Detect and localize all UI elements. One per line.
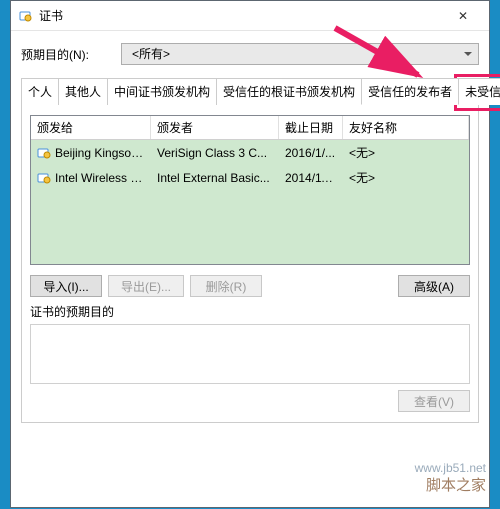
column-header[interactable]: 颁发者 bbox=[151, 116, 279, 139]
certificate-icon bbox=[17, 8, 33, 24]
purpose-value: <所有> bbox=[132, 47, 170, 61]
column-header[interactable]: 截止日期 bbox=[279, 116, 343, 139]
purpose-row: 预期目的(N): <所有> bbox=[21, 43, 479, 65]
close-button[interactable]: ✕ bbox=[443, 2, 483, 30]
table-cell: 2016/1/... bbox=[279, 144, 343, 162]
intended-purposes-box bbox=[30, 324, 470, 384]
dialog-content: 预期目的(N): <所有> 个人其他人中间证书颁发机构受信任的根证书颁发机构受信… bbox=[11, 31, 489, 433]
tab[interactable]: 中间证书颁发机构 bbox=[107, 78, 217, 105]
purpose-label: 预期目的(N): bbox=[21, 46, 121, 63]
table-cell: Intel Wireless Di... bbox=[31, 169, 151, 187]
table-row[interactable]: Intel Wireless Di...Intel External Basic… bbox=[31, 165, 469, 190]
import-button[interactable]: 导入(I)... bbox=[30, 275, 102, 297]
table-cell: 2014/11... bbox=[279, 169, 343, 187]
column-header[interactable]: 友好名称 bbox=[343, 116, 469, 139]
table-cell: Intel External Basic... bbox=[151, 169, 279, 187]
list-container: 颁发给颁发者截止日期友好名称 Beijing Kingsoft ...VeriS… bbox=[21, 105, 479, 423]
tab-strip: 个人其他人中间证书颁发机构受信任的根证书颁发机构受信任的发布者未受信任的发布者 bbox=[21, 77, 479, 105]
intended-purposes-label: 证书的预期目的 bbox=[30, 303, 470, 320]
table-cell: VeriSign Class 3 C... bbox=[151, 144, 279, 162]
titlebar: 证书 ✕ bbox=[11, 1, 489, 31]
tab[interactable]: 其他人 bbox=[58, 78, 108, 105]
certificates-dialog: 证书 ✕ 预期目的(N): <所有> 个人其他人中间证书颁发机构受信任的根证书颁… bbox=[10, 0, 490, 508]
intended-purposes-section: 证书的预期目的 查看(V) bbox=[30, 303, 470, 412]
close-icon: ✕ bbox=[458, 9, 468, 23]
list-body: Beijing Kingsoft ...VeriSign Class 3 C..… bbox=[31, 140, 469, 190]
table-cell: Beijing Kingsoft ... bbox=[31, 144, 151, 162]
table-cell: <无> bbox=[343, 142, 469, 163]
purpose-select[interactable]: <所有> bbox=[121, 43, 479, 65]
advanced-button[interactable]: 高级(A) bbox=[398, 275, 470, 297]
export-button: 导出(E)... bbox=[108, 275, 184, 297]
tab[interactable]: 个人 bbox=[21, 78, 59, 105]
certificate-list[interactable]: 颁发给颁发者截止日期友好名称 Beijing Kingsoft ...VeriS… bbox=[30, 115, 470, 265]
list-header: 颁发给颁发者截止日期友好名称 bbox=[31, 116, 469, 140]
table-row[interactable]: Beijing Kingsoft ...VeriSign Class 3 C..… bbox=[31, 140, 469, 165]
tab[interactable]: 受信任的发布者 bbox=[361, 78, 459, 105]
certificate-icon bbox=[37, 172, 51, 184]
column-header[interactable]: 颁发给 bbox=[31, 116, 151, 139]
tab[interactable]: 未受信任的发布者 bbox=[458, 78, 500, 105]
table-cell: <无> bbox=[343, 167, 469, 188]
button-row: 导入(I)... 导出(E)... 删除(R) 高级(A) bbox=[30, 275, 470, 297]
window-title: 证书 bbox=[39, 7, 443, 24]
view-button: 查看(V) bbox=[398, 390, 470, 412]
remove-button: 删除(R) bbox=[190, 275, 262, 297]
certificate-icon bbox=[37, 147, 51, 159]
tab[interactable]: 受信任的根证书颁发机构 bbox=[216, 78, 362, 105]
